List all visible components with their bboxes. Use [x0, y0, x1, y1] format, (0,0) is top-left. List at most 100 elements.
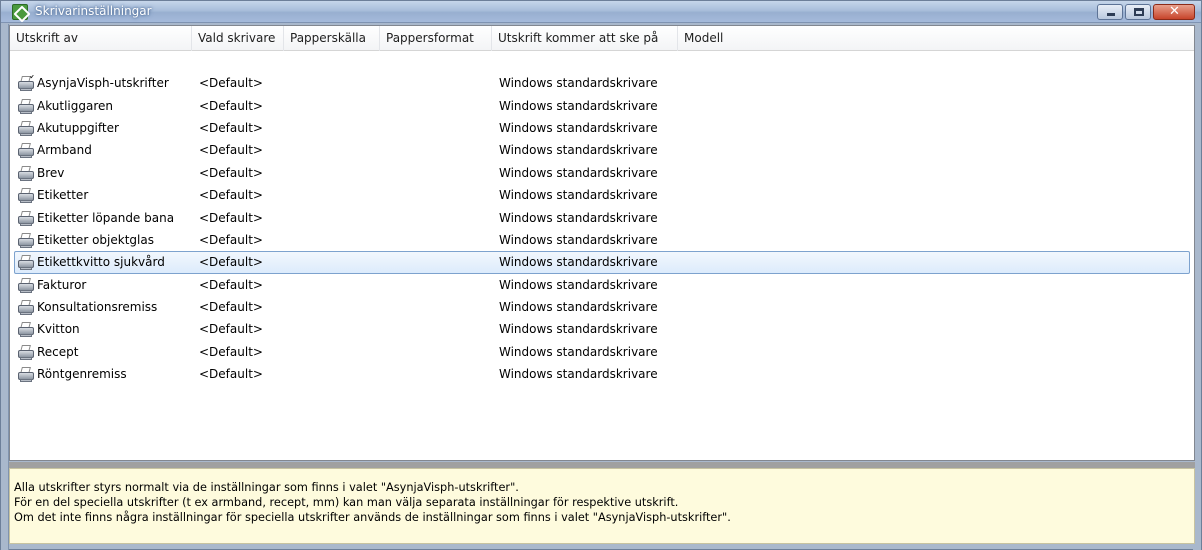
minimize-button[interactable] — [1097, 4, 1123, 20]
row-name: AsynjaVisph-utskrifter — [37, 76, 169, 91]
row-name-cell: Konsultationsremiss — [11, 299, 193, 316]
table-row[interactable]: Etiketter objektglas <Default> Windows sta… — [10, 229, 1194, 251]
row-printer: <Default> — [199, 98, 263, 113]
row-print-target: Windows standardskrivare — [499, 322, 658, 337]
row-name: Recept — [37, 344, 79, 359]
column-header-selected-printer[interactable]: Vald skrivare — [192, 26, 284, 51]
table-row[interactable]: Akutuppgifter <Default> Windows standardsk… — [10, 117, 1194, 139]
maximize-icon — [1134, 8, 1144, 16]
list-header: Utskrift av Vald skrivare Papperskälla P… — [10, 26, 1194, 51]
row-name-cell: Akutuppgifter — [11, 120, 193, 136]
row-printer: <Default> — [199, 300, 263, 315]
row-name-cell: Kvitton — [11, 321, 193, 338]
list-rows: ✓ AsynjaVisph-utskrifter <Default> Windows … — [10, 72, 1194, 385]
printer-icon — [17, 187, 35, 204]
row-name-cell: Etiketter — [11, 187, 193, 204]
row-name-cell: Etikettkvitto sjukvård — [15, 254, 193, 271]
table-row[interactable]: Röntgenremiss <Default> Windows standardsk… — [10, 363, 1194, 385]
app-icon — [12, 4, 28, 20]
row-printer: <Default> — [199, 344, 263, 359]
row-name-cell: Akutliggaren — [11, 98, 193, 114]
table-row[interactable]: Etiketter <Default> Windows standardskriva… — [10, 184, 1194, 206]
row-name-cell: Etiketter objektglas — [11, 232, 193, 248]
info-line: Om det inte finns några inställningar fö… — [14, 510, 731, 524]
printer-icon — [17, 142, 35, 159]
close-icon: ✕ — [1169, 4, 1180, 19]
row-name: Etiketter löpande bana — [37, 210, 175, 225]
info-panel: Alla utskrifter styrs normalt via de ins… — [9, 468, 1195, 544]
printer-icon — [17, 120, 35, 136]
table-row[interactable]: Armband <Default> Windows standardskrivare — [10, 139, 1194, 161]
printer-icon — [17, 366, 35, 383]
row-name: Röntgenremiss — [37, 367, 127, 382]
row-print-target: Windows standardskrivare — [499, 76, 658, 91]
row-print-target: Windows standardskrivare — [499, 344, 658, 359]
title-bar[interactable]: Skrivarinställningar ✕ — [1, 1, 1201, 23]
window-frame-left — [1, 24, 9, 550]
window-title: Skrivarinställningar — [35, 4, 152, 18]
row-name-cell: Brev — [11, 165, 193, 181]
table-row[interactable]: Etiketter löpande bana <Default> Windows s… — [10, 206, 1194, 228]
row-name: Fakturor — [37, 277, 87, 292]
row-print-target: Windows standardskrivare — [499, 98, 658, 113]
row-name-cell: ✓ AsynjaVisph-utskrifter — [11, 75, 193, 92]
printer-settings-window: Skrivarinställningar ✕ Utskrift av Vald … — [0, 0, 1202, 550]
row-print-target: Windows standardskrivare — [499, 165, 658, 180]
close-button[interactable]: ✕ — [1153, 4, 1195, 20]
maximize-button[interactable] — [1125, 4, 1151, 20]
row-printer: <Default> — [199, 255, 263, 270]
table-row[interactable]: Recept <Default> Windows standardskrivare — [10, 341, 1194, 363]
column-header-paper-source[interactable]: Papperskälla — [284, 26, 380, 51]
table-row[interactable]: Fakturor <Default> Windows standardskrivar… — [10, 274, 1194, 296]
table-row[interactable]: Akutliggaren <Default> Windows standardskr… — [10, 94, 1194, 116]
row-name-cell: Fakturor — [11, 277, 193, 293]
row-print-target: Windows standardskrivare — [499, 277, 658, 292]
row-name: Etikettkvitto sjukvård — [37, 255, 165, 270]
row-name-cell: Etiketter löpande bana — [11, 210, 193, 226]
column-header-paper-format[interactable]: Pappersformat — [380, 26, 492, 51]
row-printer: <Default> — [199, 367, 263, 382]
row-print-target: Windows standardskrivare — [499, 210, 658, 225]
row-name-cell: Röntgenremiss — [11, 366, 193, 383]
printer-icon — [17, 299, 35, 316]
table-row[interactable]: ✓ AsynjaVisph-utskrifter <Default> Windows … — [10, 72, 1194, 94]
printer-icon — [17, 232, 35, 248]
row-name: Akutuppgifter — [37, 120, 119, 135]
row-print-target: Windows standardskrivare — [499, 232, 658, 247]
printer-icon — [17, 344, 35, 360]
print-jobs-list[interactable]: Utskrift av Vald skrivare Papperskälla P… — [9, 25, 1195, 461]
info-line: För en del speciella utskrifter (t ex ar… — [14, 495, 679, 509]
row-print-target: Windows standardskrivare — [499, 188, 658, 203]
printer-icon — [17, 98, 35, 114]
row-name: Konsultationsremiss — [37, 300, 158, 315]
minimize-icon — [1107, 13, 1115, 16]
row-print-target: Windows standardskrivare — [499, 300, 658, 315]
printer-icon — [17, 254, 35, 271]
table-row[interactable]: Kvitton <Default> Windows standardskrivare — [10, 318, 1194, 340]
row-printer: <Default> — [199, 322, 263, 337]
row-name: Armband — [37, 143, 92, 158]
row-printer: <Default> — [199, 188, 263, 203]
row-printer: <Default> — [199, 210, 263, 225]
info-line: Alla utskrifter styrs normalt via de ins… — [14, 481, 519, 494]
row-printer: <Default> — [199, 120, 263, 135]
row-name-cell: Armband — [11, 142, 193, 159]
row-print-target: Windows standardskrivare — [499, 255, 658, 270]
column-header-model[interactable]: Modell — [678, 26, 1194, 51]
table-row[interactable]: Etikettkvitto sjukvård <Default> Windows s… — [14, 251, 1190, 274]
row-name-cell: Recept — [11, 344, 193, 360]
row-name: Akutliggaren — [37, 98, 114, 113]
table-row[interactable]: Brev <Default> Windows standardskrivare — [10, 162, 1194, 184]
row-print-target: Windows standardskrivare — [499, 143, 658, 158]
printer-icon — [17, 321, 35, 338]
table-row[interactable]: Konsultationsremiss <Default> Windows stan… — [10, 296, 1194, 318]
row-printer: <Default> — [199, 232, 263, 247]
row-name: Etiketter objektglas — [37, 232, 154, 247]
row-print-target: Windows standardskrivare — [499, 367, 658, 382]
row-printer: <Default> — [199, 76, 263, 91]
column-header-print-target[interactable]: Utskrift kommer att ske på — [492, 26, 678, 51]
caption-buttons: ✕ — [1097, 4, 1195, 20]
printer-default-icon: ✓ — [17, 75, 37, 92]
column-header-print-of[interactable]: Utskrift av — [10, 26, 192, 51]
row-printer: <Default> — [199, 277, 263, 292]
